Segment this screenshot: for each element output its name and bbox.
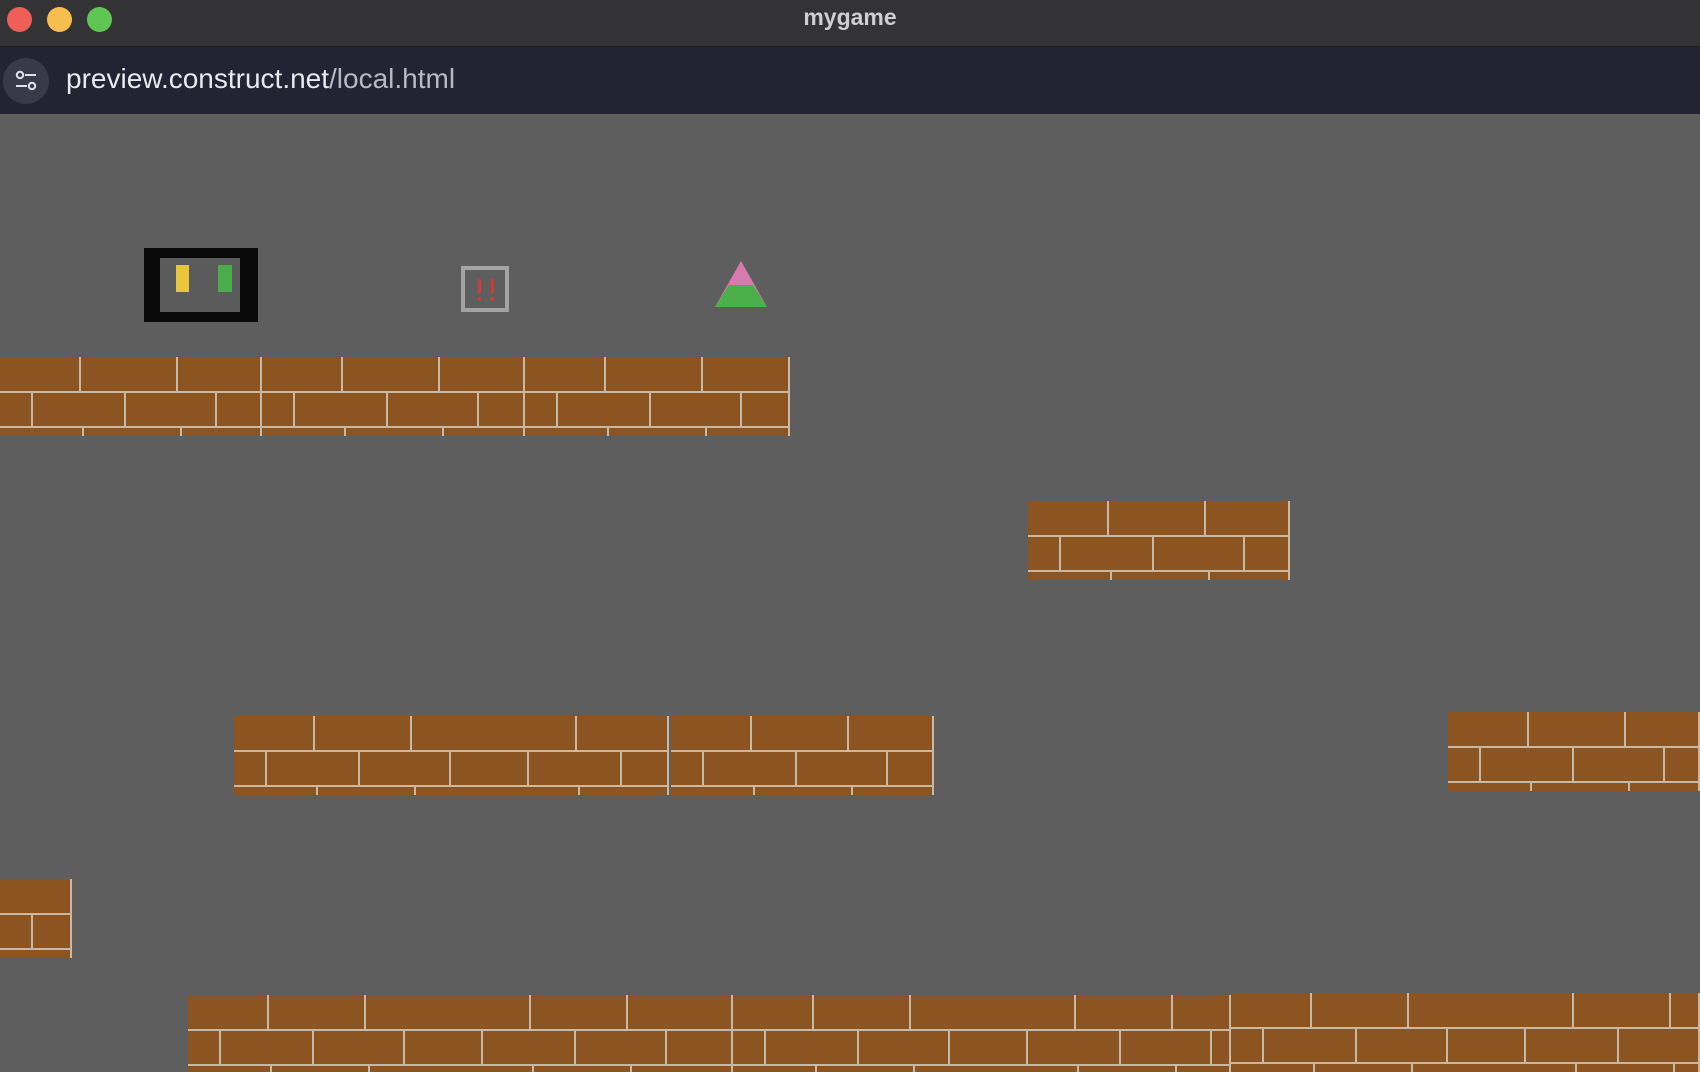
exclamation-mark-icon [478,279,481,301]
game-canvas[interactable] [0,115,1700,1072]
exclamation-mark-icon [491,279,494,301]
window-title: mygame [803,4,897,30]
yellow-bar [176,265,189,292]
site-settings-button[interactable] [3,58,49,104]
brick-platform [1028,501,1290,580]
health-box-sprite [144,248,258,322]
brick-platform [262,357,525,436]
url-path: /local.html [329,63,456,94]
brick-platform [671,716,934,795]
exclamation-box-sprite [461,266,509,312]
brick-platform [234,716,669,795]
brick-floor [188,995,733,1072]
url-field[interactable]: preview.construct.net/local.html [66,63,455,95]
address-bar: preview.construct.net/local.html [0,47,1700,114]
brick-floor [733,995,1231,1072]
url-host: preview.construct.net [66,63,330,94]
brick-floor [1231,993,1700,1072]
brick-platform [525,357,790,436]
brick-platform [0,879,72,958]
tune-sliders-icon [15,70,37,91]
brick-platform [0,357,262,436]
triangle-sprite [715,261,767,307]
title-bar: mygame [0,0,1700,47]
green-bar [218,265,232,292]
app-window: mygame preview.construct.net/local.html [0,0,1700,1072]
brick-platform [1448,712,1700,791]
